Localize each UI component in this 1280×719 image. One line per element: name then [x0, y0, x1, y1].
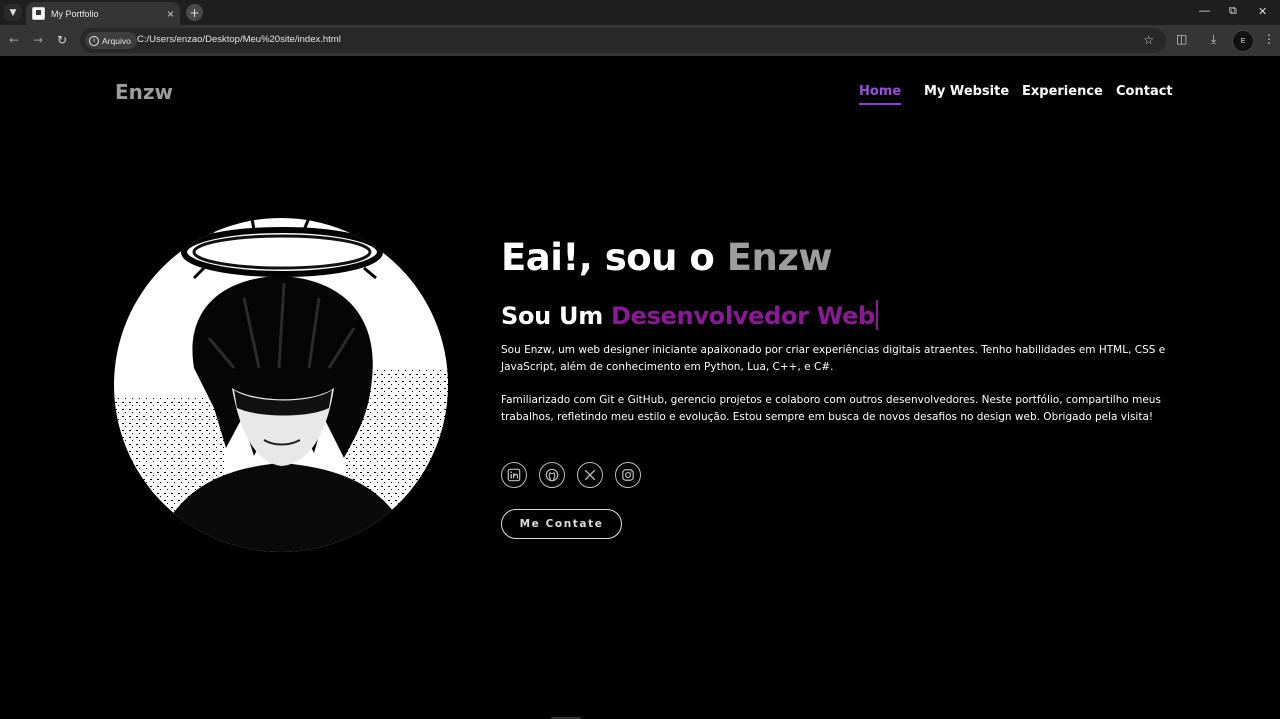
address-bar[interactable]: i Arquivo C:/Users/enzao/Desktop/Meu%20s…	[80, 28, 1166, 53]
linkedin-icon[interactable]	[501, 462, 527, 488]
bio-paragraph-1: Sou Enzw, um web designer iniciante apai…	[501, 344, 1166, 373]
hero-heading: Eai!, sou o Enzw	[501, 236, 833, 279]
info-icon: i	[89, 35, 99, 46]
file-chip-label: Arquivo	[102, 35, 131, 46]
tab-title: My Portfolio	[51, 8, 99, 19]
role-text: Desenvolvedor Web	[610, 302, 875, 330]
hero-name: Enzw	[726, 236, 833, 279]
nav-experience[interactable]: Experience	[1022, 84, 1103, 99]
forward-icon[interactable]: →	[33, 33, 43, 47]
file-chip[interactable]: i Arquivo	[85, 32, 137, 49]
contact-me-button[interactable]: Me Contate	[501, 509, 622, 539]
site-logo[interactable]: Enzw	[115, 80, 173, 104]
tab-search-icon[interactable]: ▼	[4, 4, 22, 21]
url-text[interactable]: C:/Users/enzao/Desktop/Meu%20site/index.…	[137, 34, 341, 45]
restore-icon[interactable]: ⧉	[1229, 5, 1237, 18]
browser-tab-strip: ▼ My Portfolio × + — ⧉ ✕	[0, 0, 1280, 25]
close-icon[interactable]: ×	[167, 7, 174, 21]
star-icon[interactable]: ☆	[1143, 33, 1154, 47]
typing-caret	[875, 300, 878, 330]
back-icon[interactable]: ←	[9, 33, 19, 47]
download-icon[interactable]: ⤓	[1211, 32, 1216, 47]
x-icon[interactable]	[577, 462, 603, 488]
profile-image	[114, 218, 448, 552]
nav-my-website[interactable]: My Website	[924, 84, 1009, 99]
menu-icon[interactable]: ⋮	[1263, 32, 1275, 46]
nav-home[interactable]: Home	[859, 84, 902, 105]
github-icon[interactable]	[539, 462, 565, 488]
bio-paragraph-2: Familiarizado com Git e GitHub, gerencio…	[501, 394, 1161, 423]
reload-icon[interactable]: ↻	[57, 33, 67, 47]
profile-avatar[interactable]: E	[1232, 30, 1254, 52]
browser-tab[interactable]: My Portfolio ×	[26, 2, 180, 25]
social-links	[501, 462, 653, 488]
window-close-icon[interactable]: ✕	[1258, 5, 1267, 18]
plus-icon[interactable]: +	[186, 4, 203, 21]
minimize-icon[interactable]: —	[1199, 5, 1210, 17]
browser-toolbar: ← → ↻ i Arquivo C:/Users/enzao/Desktop/M…	[0, 25, 1280, 56]
page: Enzw Home My Website Experience Contact	[0, 56, 1280, 719]
favicon-icon	[32, 7, 45, 20]
role-prefix: Sou Um	[501, 302, 611, 330]
extensions-icon[interactable]: ◫	[1176, 32, 1187, 46]
nav-contact[interactable]: Contact	[1116, 84, 1173, 99]
hero-greeting: Eai!, sou o	[501, 236, 727, 279]
instagram-icon[interactable]	[615, 462, 641, 488]
hero-subheading: Sou Um Desenvolvedor Web	[501, 300, 878, 330]
